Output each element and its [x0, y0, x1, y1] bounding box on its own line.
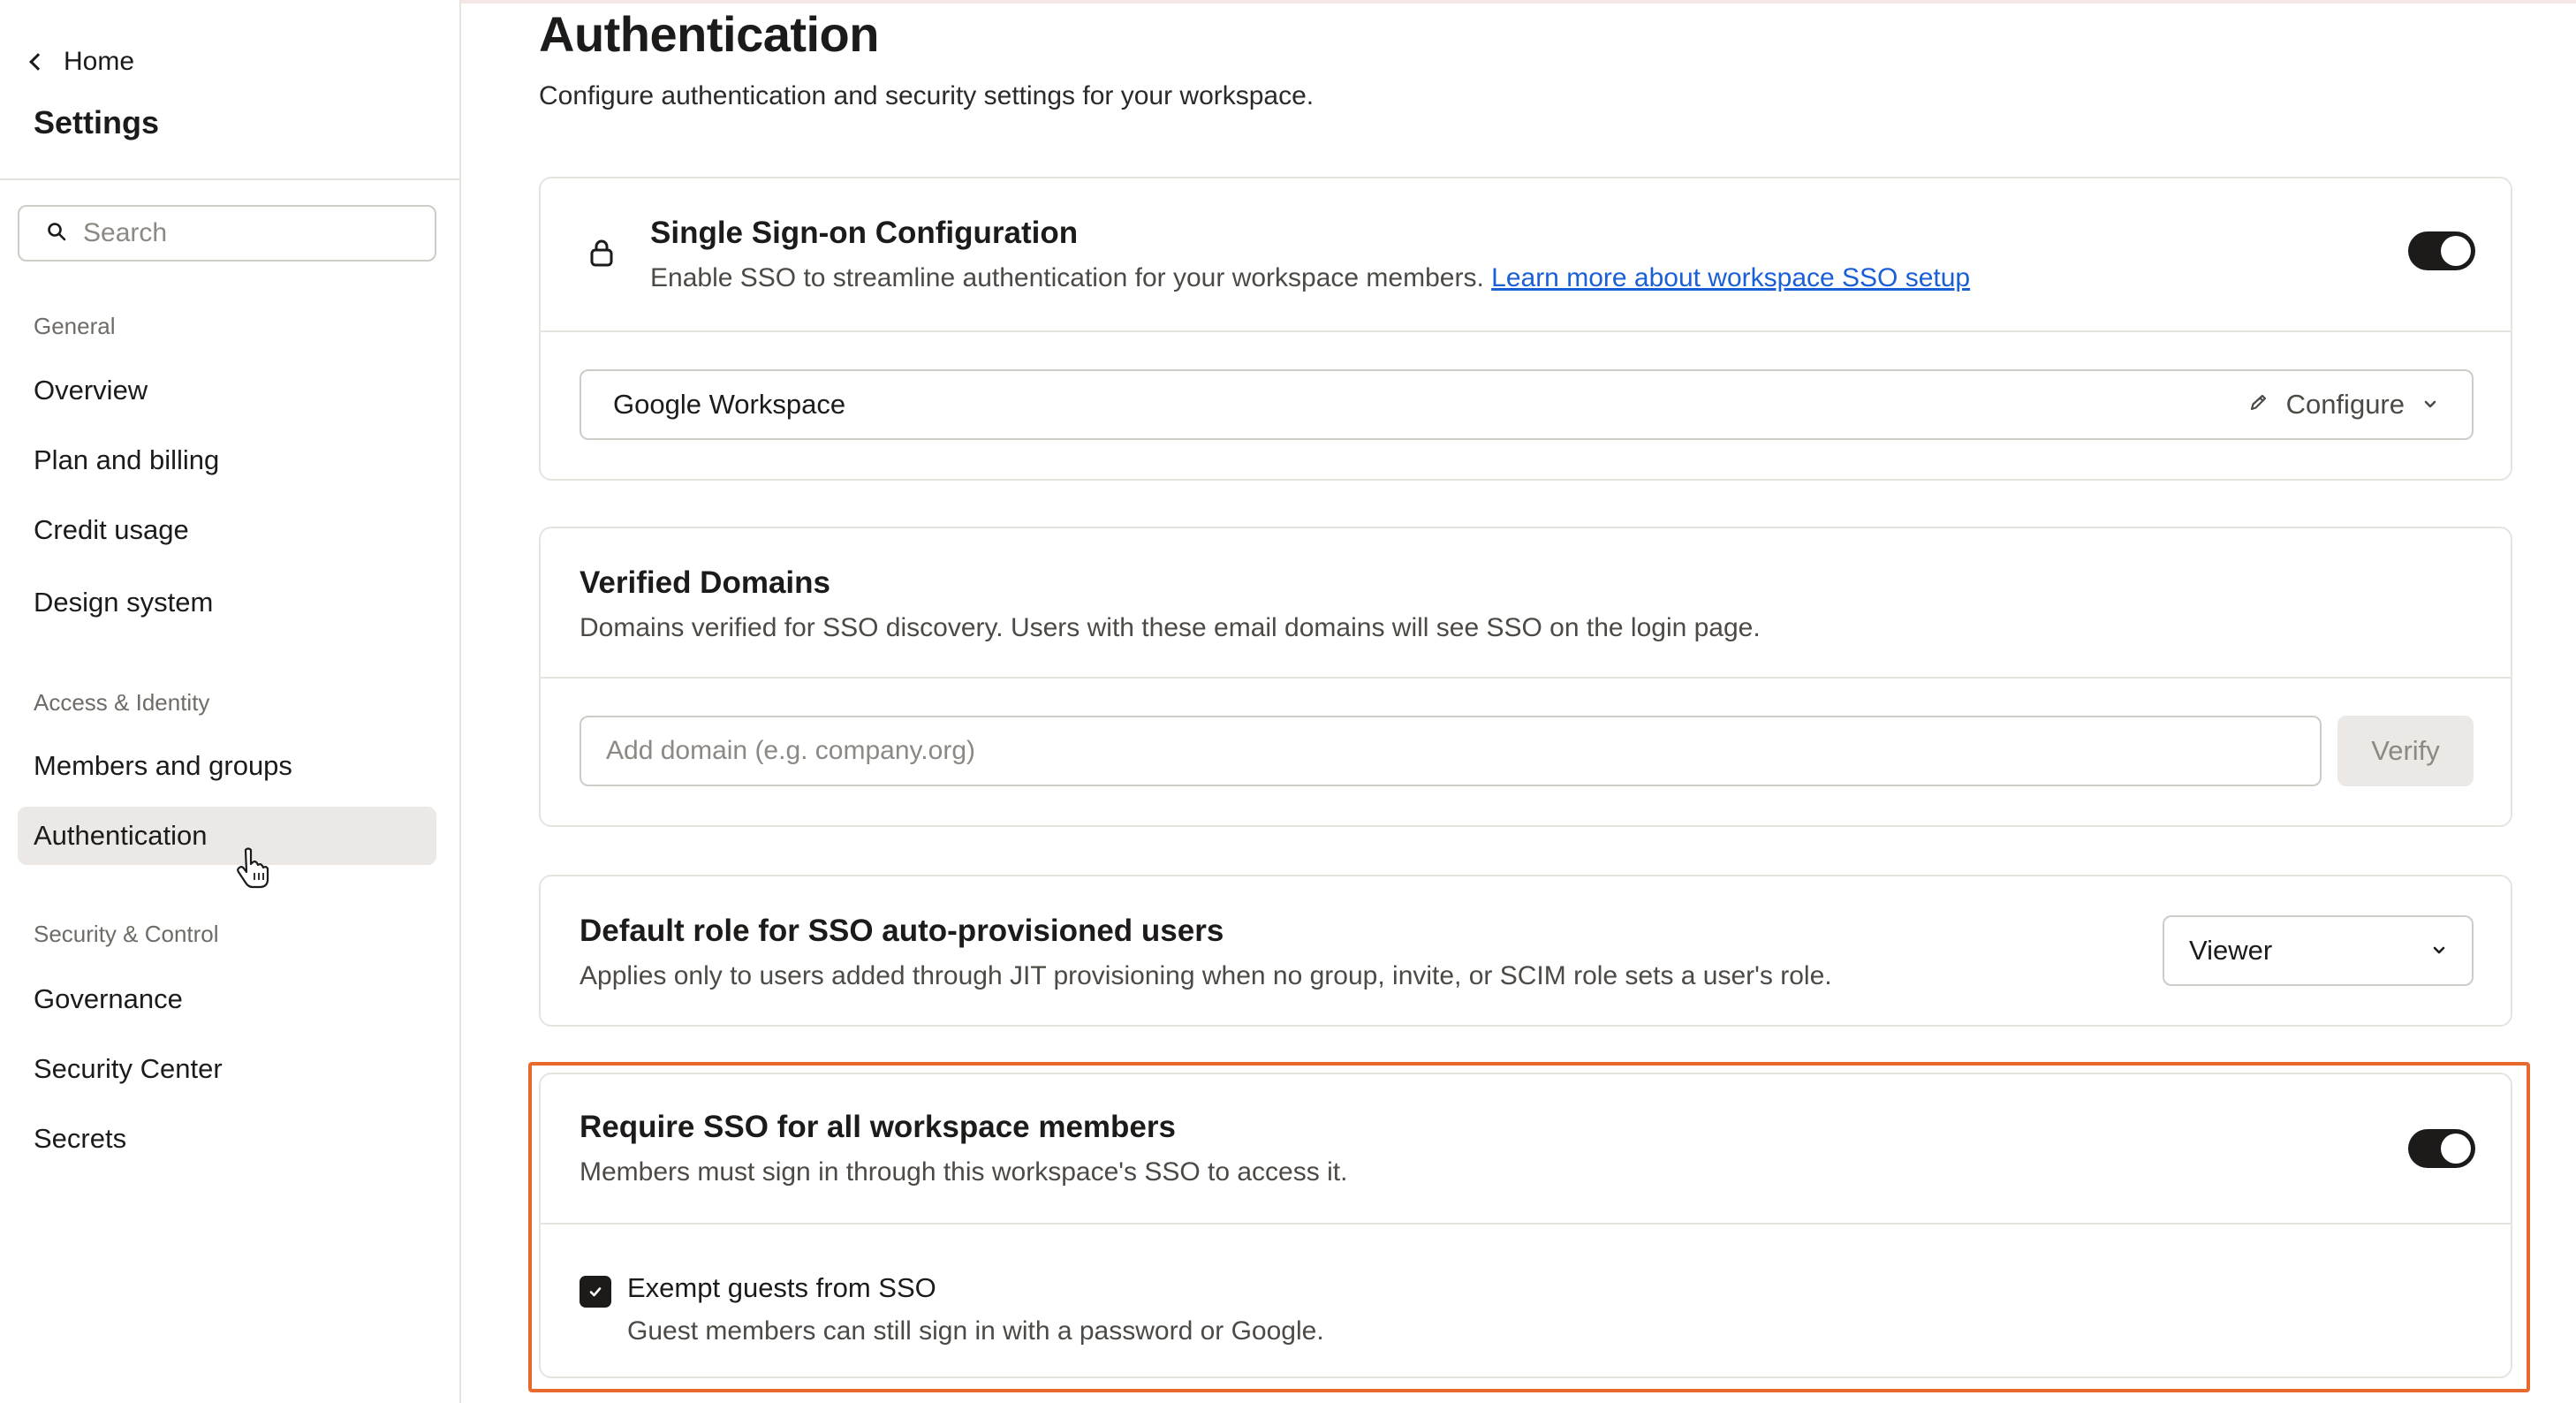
default-role-card: Default role for SSO auto-provisioned us…: [539, 875, 2512, 1027]
default-role-title: Default role for SSO auto-provisioned us…: [580, 914, 1224, 948]
sidebar-search[interactable]: [18, 205, 436, 262]
sidebar-item-secrets[interactable]: Secrets: [18, 1110, 436, 1168]
chevron-left-icon: [29, 53, 47, 71]
sso-description-text: Enable SSO to streamline authentication …: [650, 263, 1484, 292]
toggle-knob: [2441, 236, 2471, 266]
verify-button[interactable]: Verify: [2337, 716, 2474, 786]
default-role-value: Viewer: [2189, 935, 2273, 966]
section-label-general: General: [34, 313, 116, 339]
configure-label: Configure: [2285, 389, 2405, 420]
lock-icon: [588, 237, 615, 273]
sidebar-divider: [0, 178, 459, 180]
search-icon: [46, 221, 67, 246]
verified-domains-card: Verified Domains Domains verified for SS…: [539, 527, 2512, 827]
home-label: Home: [64, 47, 135, 76]
sidebar-item-design-system[interactable]: Design system: [18, 573, 436, 632]
verified-domains-description: Domains verified for SSO discovery. User…: [580, 613, 1761, 642]
sso-learn-more-link[interactable]: Learn more about workspace SSO setup: [1491, 263, 1970, 292]
sidebar-item-authentication[interactable]: Authentication: [18, 807, 436, 865]
sso-config-card: Single Sign-on Configuration Enable SSO …: [539, 177, 2512, 481]
verified-domains-title: Verified Domains: [580, 565, 830, 600]
sidebar-item-security-center[interactable]: Security Center: [18, 1040, 436, 1098]
highlight-outline: [528, 1062, 2530, 1392]
section-label-access-identity: Access & Identity: [34, 689, 210, 716]
page-subtitle: Configure authentication and security se…: [539, 81, 1315, 110]
sso-title: Single Sign-on Configuration: [650, 216, 1079, 250]
settings-sidebar: Home Settings General Overview Plan and …: [0, 0, 461, 1403]
sidebar-item-credit-usage[interactable]: Credit usage: [18, 501, 436, 559]
search-input[interactable]: [83, 218, 419, 248]
card-divider: [541, 330, 2511, 332]
chevron-down-icon: [2429, 935, 2449, 967]
section-label-security-control: Security & Control: [34, 921, 219, 947]
home-link[interactable]: Home: [27, 42, 134, 81]
sidebar-item-members-and-groups[interactable]: Members and groups: [18, 737, 436, 795]
configure-button[interactable]: Configure: [2247, 389, 2440, 421]
default-role-select[interactable]: Viewer: [2163, 915, 2474, 986]
sidebar-item-overview[interactable]: Overview: [18, 361, 436, 420]
sidebar-item-plan-and-billing[interactable]: Plan and billing: [18, 431, 436, 489]
chevron-down-icon: [2421, 389, 2440, 421]
page-title: Authentication: [539, 6, 879, 62]
sidebar-item-governance[interactable]: Governance: [18, 970, 436, 1028]
add-domain-input[interactable]: [580, 716, 2322, 786]
sso-enabled-toggle[interactable]: [2408, 231, 2475, 270]
pencil-icon: [2247, 389, 2270, 421]
default-role-description: Applies only to users added through JIT …: [580, 961, 1832, 990]
hand-cursor-icon: [237, 846, 270, 893]
sso-description: Enable SSO to streamline authentication …: [650, 263, 1970, 293]
card-divider: [541, 677, 2511, 679]
sso-provider-row: Google Workspace Configure: [580, 369, 2474, 440]
sso-provider-name: Google Workspace: [613, 389, 846, 420]
sidebar-title: Settings: [34, 104, 160, 140]
